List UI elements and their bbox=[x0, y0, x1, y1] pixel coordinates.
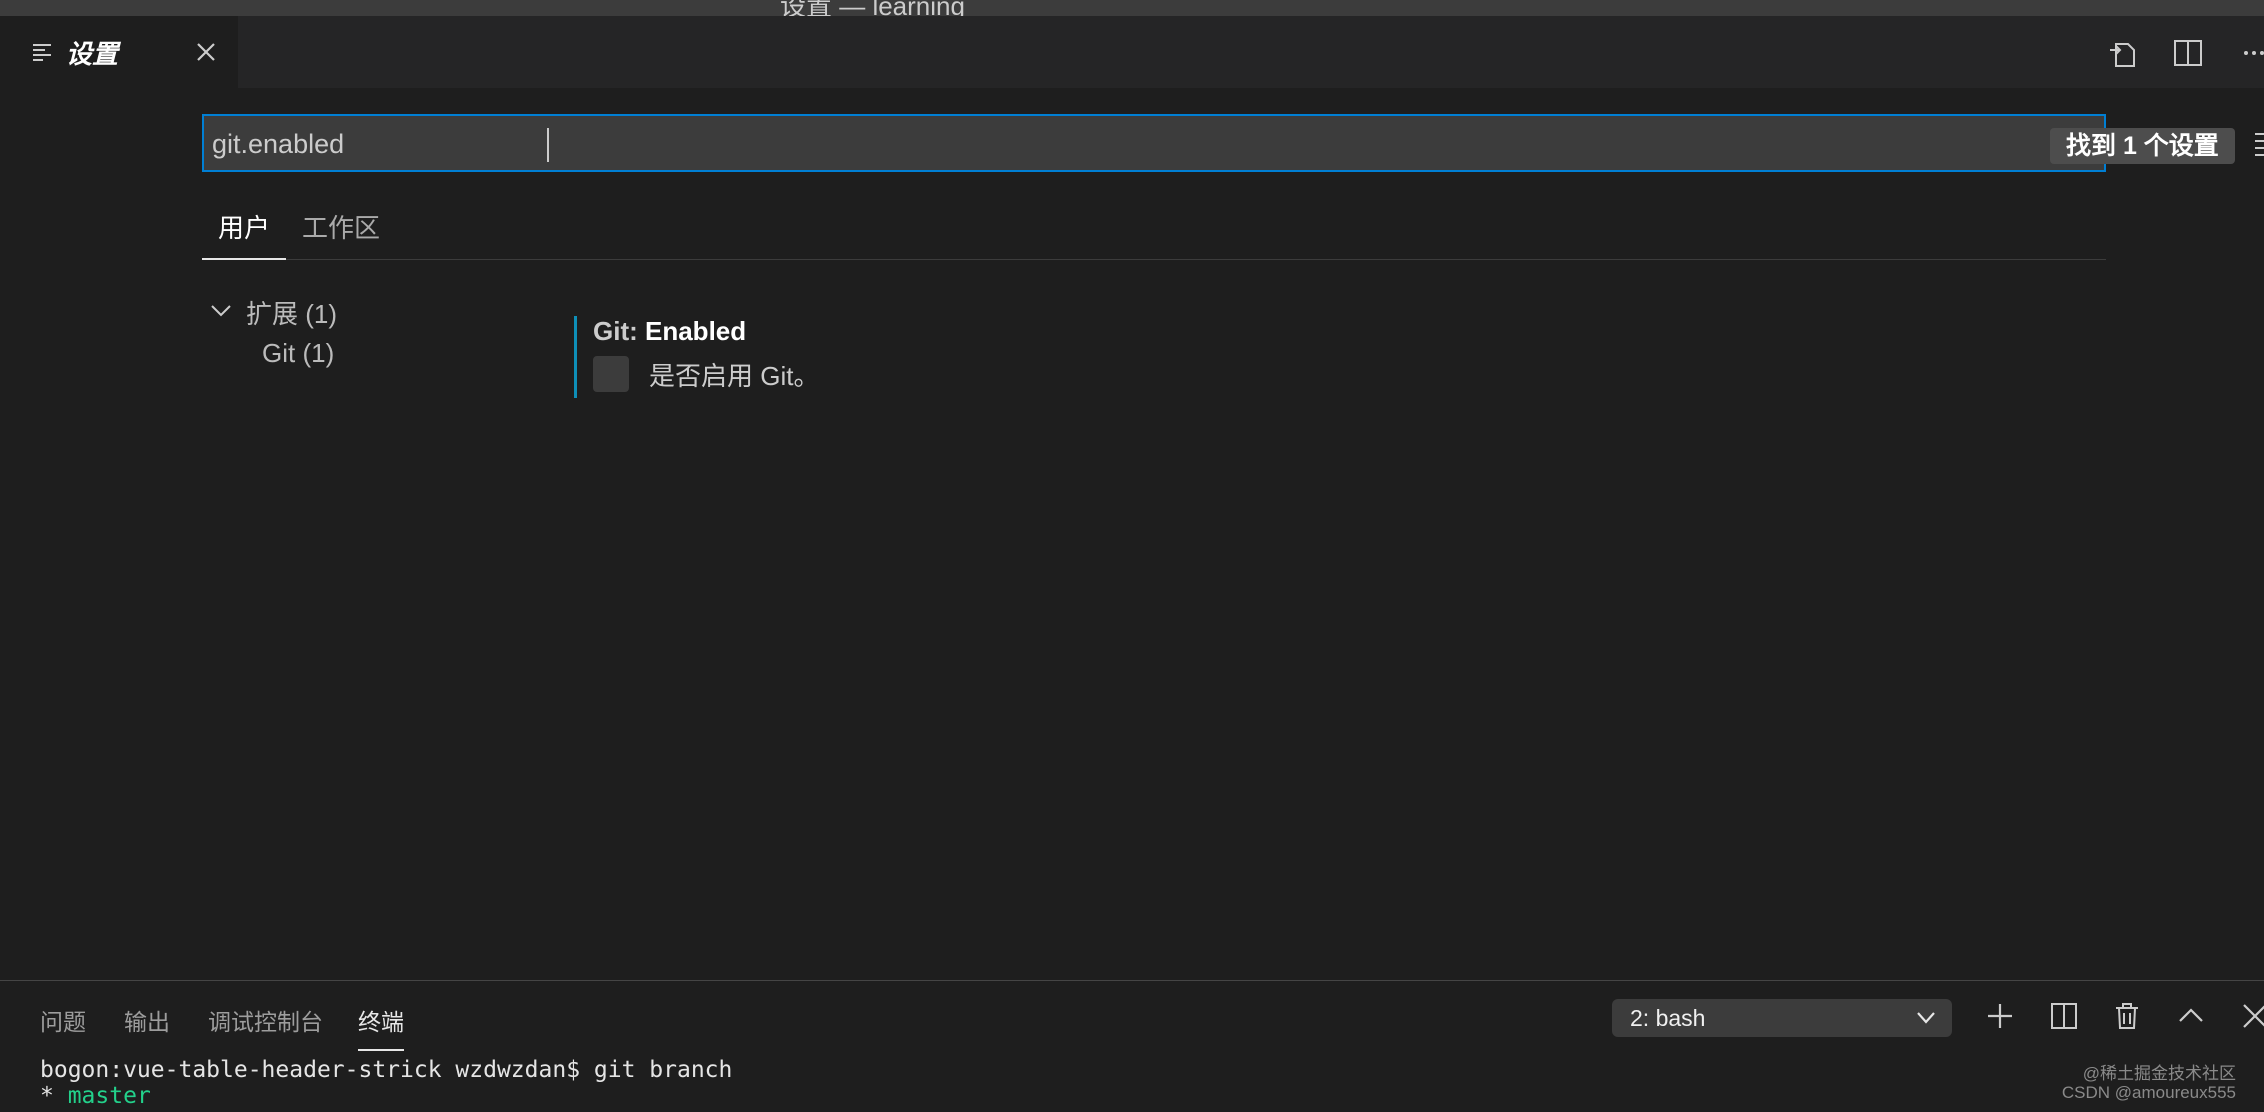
setting-name: Enabled bbox=[645, 316, 747, 346]
toc-item-extensions[interactable]: 扩展 (1) bbox=[210, 294, 370, 330]
window-title: 设置 — learning bbox=[780, 0, 965, 16]
text-caret bbox=[547, 128, 549, 162]
settings-search-input[interactable] bbox=[212, 124, 1812, 164]
settings-list-icon bbox=[33, 44, 51, 61]
chevron-down-icon bbox=[1917, 1012, 1935, 1024]
add-terminal-icon[interactable] bbox=[1985, 1001, 2015, 1031]
panel-tab-terminal[interactable]: 终端 bbox=[358, 1005, 404, 1051]
setting-checkbox[interactable] bbox=[593, 356, 629, 392]
close-icon[interactable] bbox=[194, 40, 218, 64]
setting-category: Git: bbox=[593, 316, 645, 346]
panel-tab-debug-console[interactable]: 调试控制台 bbox=[208, 1005, 323, 1051]
panel-tab-problems[interactable]: 问题 bbox=[40, 1005, 86, 1051]
setting-title: Git: Enabled bbox=[593, 316, 746, 347]
terminal-branch-line: * master bbox=[40, 1083, 151, 1109]
chevron-down-icon bbox=[211, 305, 231, 317]
terminal-select-value: 2: bash bbox=[1630, 1005, 1706, 1031]
toc-item-git[interactable]: Git (1) bbox=[262, 338, 334, 369]
split-editor-icon[interactable] bbox=[2172, 38, 2204, 68]
watermark-line-2: CSDN @amoureux555 bbox=[2061, 1083, 2236, 1102]
settings-scope-tabs: 用户 工作区 bbox=[202, 200, 2106, 260]
tab-label: 设置 bbox=[66, 39, 119, 69]
tab-user[interactable]: 用户 bbox=[202, 210, 287, 260]
panel-tab-output[interactable]: 输出 bbox=[124, 1005, 170, 1051]
branch-marker: * bbox=[40, 1083, 68, 1109]
open-settings-json-icon[interactable] bbox=[2108, 38, 2140, 68]
editor-tab-bar: 设置 bbox=[0, 16, 2264, 88]
more-actions-icon[interactable] bbox=[2240, 38, 2264, 68]
watermark-line-1: @稀土掘金技术社区 bbox=[2082, 1064, 2236, 1083]
clear-filter-icon[interactable] bbox=[2254, 130, 2264, 158]
trash-icon[interactable] bbox=[2112, 1001, 2142, 1031]
chevron-up-icon[interactable] bbox=[2176, 1001, 2206, 1031]
settings-search-box[interactable]: 找到 1 个设置 bbox=[202, 114, 2264, 172]
terminal-prompt-line: bogon:vue-table-header-strick wzdwzdan$ … bbox=[40, 1057, 733, 1083]
split-terminal-icon[interactable] bbox=[2049, 1001, 2079, 1031]
setting-item-git-enabled: Git: Enabled 是否启用 Git。 bbox=[574, 316, 2074, 398]
close-panel-icon[interactable] bbox=[2240, 1001, 2264, 1031]
toc-item-label: 扩展 (1) bbox=[246, 299, 338, 329]
tab-workspace[interactable]: 工作区 bbox=[302, 210, 380, 260]
result-count-badge: 找到 1 个设置 bbox=[2050, 128, 2235, 164]
tab-settings[interactable]: 设置 bbox=[0, 16, 238, 88]
setting-description: 是否启用 Git。 bbox=[649, 361, 820, 391]
terminal-select[interactable]: 2: bash bbox=[1612, 999, 1952, 1037]
window-titlebar: 设置 — learning bbox=[0, 0, 2264, 16]
branch-name: master bbox=[67, 1083, 151, 1109]
bottom-panel: 问题 输出 调试控制台 终端 2: bash bogon:vue-table-h… bbox=[0, 980, 2264, 1112]
